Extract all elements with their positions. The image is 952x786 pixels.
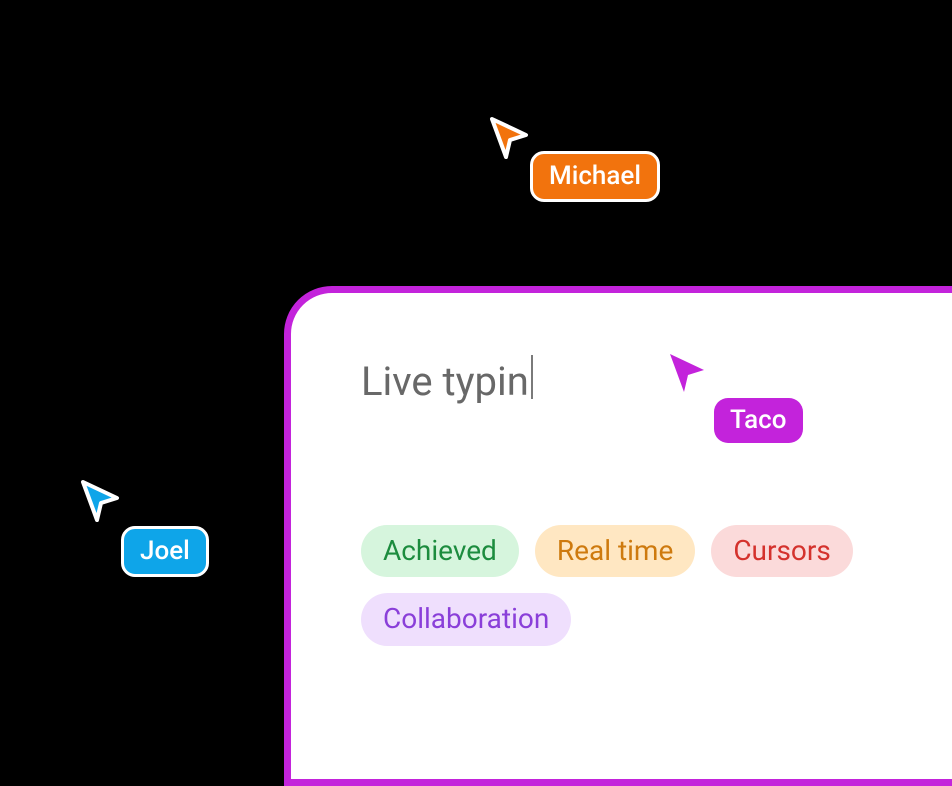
tag-list: Achieved Real time Cursors Collaboration [361, 525, 907, 646]
cursor-joel: Joel [77, 478, 123, 528]
cursor-label-joel: Joel [121, 526, 209, 577]
editor-card: Live typin Achieved Real time Cursors Co… [284, 286, 952, 786]
cursor-label-taco: Taco [714, 398, 803, 443]
cursor-pointer-icon [486, 115, 532, 161]
tag-achieved[interactable]: Achieved [361, 525, 519, 577]
cursor-michael: Michael [486, 115, 532, 165]
cursor-pointer-icon [664, 350, 710, 396]
tag-collaboration[interactable]: Collaboration [361, 593, 571, 645]
tag-real-time[interactable]: Real time [535, 525, 695, 577]
typing-text[interactable]: Live typin [361, 355, 533, 405]
typing-text-value: Live typin [361, 358, 529, 405]
cursor-pointer-icon [77, 478, 123, 524]
cursor-label-michael: Michael [530, 151, 660, 202]
tag-cursors[interactable]: Cursors [711, 525, 853, 577]
text-caret [531, 355, 533, 399]
cursor-taco: Taco [664, 350, 710, 400]
